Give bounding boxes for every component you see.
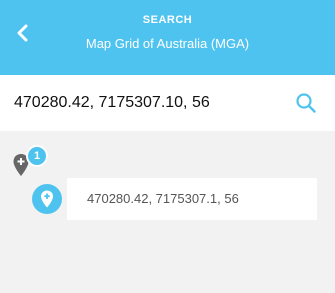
result-card[interactable]: 470280.42, 7175307.1, 56 <box>67 178 317 220</box>
marker-count-badge: 1 <box>26 145 48 167</box>
result-pin <box>32 184 62 214</box>
search-input[interactable] <box>14 89 284 117</box>
page-title: SEARCH <box>142 14 193 26</box>
app-root: SEARCH Map Grid of Australia (MGA) 1 <box>0 0 335 293</box>
search-bar <box>0 75 335 131</box>
result-coordinates: 470280.42, 7175307.1, 56 <box>87 191 239 206</box>
search-button[interactable] <box>295 92 317 114</box>
result-row[interactable]: 470280.42, 7175307.1, 56 <box>32 178 317 220</box>
page-subtitle: Map Grid of Australia (MGA) <box>85 36 250 51</box>
location-pin-icon <box>41 190 53 208</box>
add-marker-button[interactable]: 1 <box>12 145 48 179</box>
search-icon <box>296 93 316 113</box>
header-bar: SEARCH Map Grid of Australia (MGA) <box>0 0 335 75</box>
